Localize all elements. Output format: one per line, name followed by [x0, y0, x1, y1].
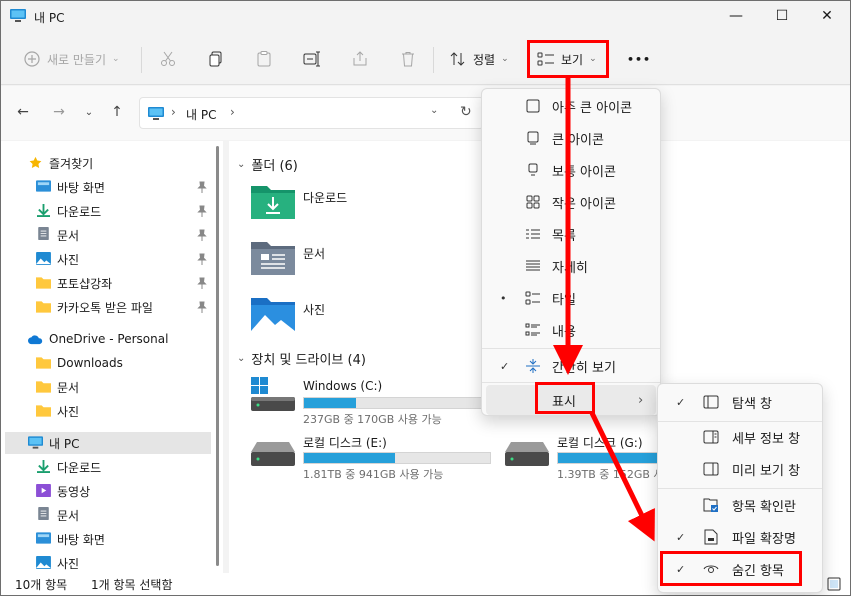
- annotation-arrows: [553, 78, 655, 542]
- annotation-arrow-diagonal: [589, 411, 655, 542]
